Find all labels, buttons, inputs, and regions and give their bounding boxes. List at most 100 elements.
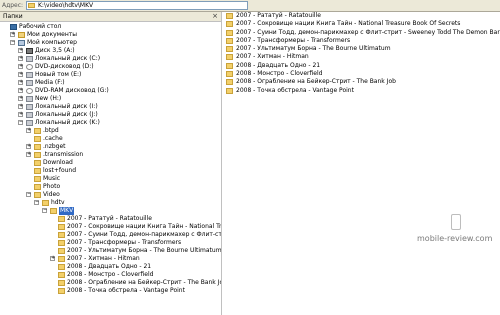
tree-item[interactable]: + DVD-RAM дисковод (G:) <box>0 87 221 95</box>
tree-item[interactable]: 2008 - Точка обстрела - Vantage Point <box>0 287 221 295</box>
tree-item-label: Новый том (E:) <box>35 71 82 78</box>
expand-icon[interactable]: + <box>18 104 23 109</box>
tree-item-label: Локальный диск (C:) <box>35 55 101 62</box>
drive-icon <box>26 96 33 102</box>
tree-item[interactable]: 2008 - Монстро - Cloverfield <box>0 271 221 279</box>
drive-icon <box>26 120 33 126</box>
folder-icon <box>34 136 41 142</box>
tree-item[interactable]: Music <box>0 175 221 183</box>
tree-item-label: .cache <box>43 135 63 142</box>
tree-item[interactable]: − hdtv <box>0 199 221 207</box>
folder-tree: Рабочий стол + Мои документы − Мой компьютер… <box>0 23 221 295</box>
tree-item-label: .transmission <box>43 151 84 158</box>
tree-item-label: hdtv <box>51 199 65 206</box>
tree-item[interactable]: + .transmission <box>0 151 221 159</box>
tree-item[interactable]: + Локальный диск (I:) <box>0 103 221 111</box>
expand-icon[interactable]: + <box>18 112 23 117</box>
folder-icon <box>226 37 233 44</box>
tree-item[interactable]: 2008 - Ограбление на Бейкер-Стрит - The … <box>0 279 221 287</box>
tree-item[interactable]: + Новый том (E:) <box>0 71 221 79</box>
tree-item-label: DVD-RAM дисковод (G:) <box>35 87 109 94</box>
expand-icon[interactable]: + <box>18 72 23 77</box>
tree-item[interactable]: 2007 - Суини Тодд, демон-парикмахер с Фл… <box>0 231 221 239</box>
expand-icon[interactable]: + <box>26 128 31 133</box>
tree-item[interactable]: + Диск 3,5 (A:) <box>0 47 221 55</box>
folder-icon <box>226 87 233 94</box>
folder-icon <box>58 232 65 238</box>
tree-item-label: 2008 - Точка обстрела - Vantage Point <box>67 287 185 294</box>
tree-item[interactable]: 2007 - Трансформеры - Transformers <box>0 239 221 247</box>
file-list-item-label: 2008 - Ограбление на Бейкер-Стрит - The … <box>236 78 396 86</box>
expand-icon[interactable]: + <box>18 56 23 61</box>
address-input[interactable]: K:\video\hdtv\MKV <box>26 1 248 10</box>
drive-icon <box>26 56 33 62</box>
file-list-item-label: 2008 - Двадцать Одно - 21 <box>236 61 321 69</box>
tree-item-label: .nzbget <box>43 143 66 150</box>
folder-icon <box>34 144 41 150</box>
tree-item[interactable]: .cache <box>0 135 221 143</box>
file-list-item-label: 2007 - Сокровище нации Книга Тайн - Nati… <box>236 20 461 28</box>
tree-item[interactable]: − Мой компьютер <box>0 39 221 47</box>
collapse-icon[interactable]: − <box>26 192 31 197</box>
expand-icon[interactable]: + <box>18 48 23 53</box>
tree-item[interactable]: Рабочий стол <box>0 23 221 31</box>
tree-item[interactable]: 2008 - Двадцать Одно - 21 <box>0 263 221 271</box>
expand-icon[interactable]: + <box>18 80 23 85</box>
address-label: Адрес: <box>2 2 24 9</box>
documents-icon <box>18 32 25 38</box>
folder-icon <box>58 248 65 254</box>
close-icon[interactable]: × <box>212 12 218 21</box>
file-list-pane: 2007 - Рататуй - Ratatouille 2007 - Сокро… <box>222 12 500 315</box>
tree-item-label: 2008 - Двадцать Одно - 21 <box>67 263 152 270</box>
expand-icon[interactable]: + <box>26 152 31 157</box>
expand-icon[interactable]: + <box>50 256 55 261</box>
tree-item-label: Download <box>43 159 73 166</box>
phone-logo-icon <box>451 214 461 230</box>
drive-icon <box>26 72 33 78</box>
tree-item[interactable]: + Локальный диск (J:) <box>0 111 221 119</box>
watermark: mobile-review.com <box>417 214 499 248</box>
tree-item[interactable]: Download <box>0 159 221 167</box>
tree-item-label: .btpd <box>43 127 59 134</box>
expand-icon[interactable]: + <box>18 96 23 101</box>
tree-item[interactable]: Photo <box>0 183 221 191</box>
tree-item[interactable]: 2007 - Рататуй - Ratatouille <box>0 215 221 223</box>
tree-item[interactable]: − MKV <box>0 207 221 215</box>
tree-item-label: 2007 - Трансформеры - Transformers <box>67 239 182 246</box>
tree-item[interactable]: +2007 - Хитман - Hitman <box>0 255 221 263</box>
tree-item-label: MKV <box>59 207 75 215</box>
expand-icon[interactable]: + <box>18 88 23 93</box>
tree-item[interactable]: + Мои документы <box>0 31 221 39</box>
folder-icon <box>226 29 233 36</box>
collapse-icon[interactable]: − <box>18 120 23 125</box>
tree-item[interactable]: lost+found <box>0 167 221 175</box>
tree-item[interactable]: + DVD-дисковод (D:) <box>0 63 221 71</box>
tree-item[interactable]: − Локальный диск (K:) <box>0 119 221 127</box>
tree-item[interactable]: + .nzbget <box>0 143 221 151</box>
tree-item[interactable]: + .btpd <box>0 127 221 135</box>
folder-icon <box>226 13 233 19</box>
folder-icon <box>42 200 49 206</box>
folders-pane-title: Папки <box>3 13 23 20</box>
tree-item[interactable]: − Video <box>0 191 221 199</box>
tree-item[interactable]: + Локальный диск (C:) <box>0 55 221 63</box>
tree-item[interactable]: + New (H:) <box>0 95 221 103</box>
expand-icon[interactable]: + <box>10 32 15 37</box>
collapse-icon[interactable]: − <box>42 208 47 213</box>
watermark-text: mobile-review.com <box>417 234 493 243</box>
tree-item-label: 2008 - Ограбление на Бейкер-Стрит - The … <box>67 279 222 286</box>
expand-icon[interactable]: + <box>18 64 23 69</box>
tree-item[interactable]: + Media (F:) <box>0 79 221 87</box>
tree-item[interactable]: 2007 - Сокровище нации Книга Тайн - Nati… <box>0 223 221 231</box>
tree-item-label: Локальный диск (K:) <box>35 119 100 126</box>
collapse-icon[interactable]: − <box>10 40 15 45</box>
tree-item-label: lost+found <box>43 167 77 174</box>
folder-icon <box>34 152 41 158</box>
tree-item-label: Диск 3,5 (A:) <box>35 47 75 54</box>
collapse-icon[interactable]: − <box>34 200 39 205</box>
folder-icon <box>28 3 35 8</box>
tree-item-label: Рабочий стол <box>19 23 62 30</box>
expand-icon[interactable]: + <box>26 144 31 149</box>
tree-item-label: Мой компьютер <box>27 39 77 46</box>
tree-item[interactable]: 2007 - Ультиматум Борна - The Bourne Ult… <box>0 247 221 255</box>
